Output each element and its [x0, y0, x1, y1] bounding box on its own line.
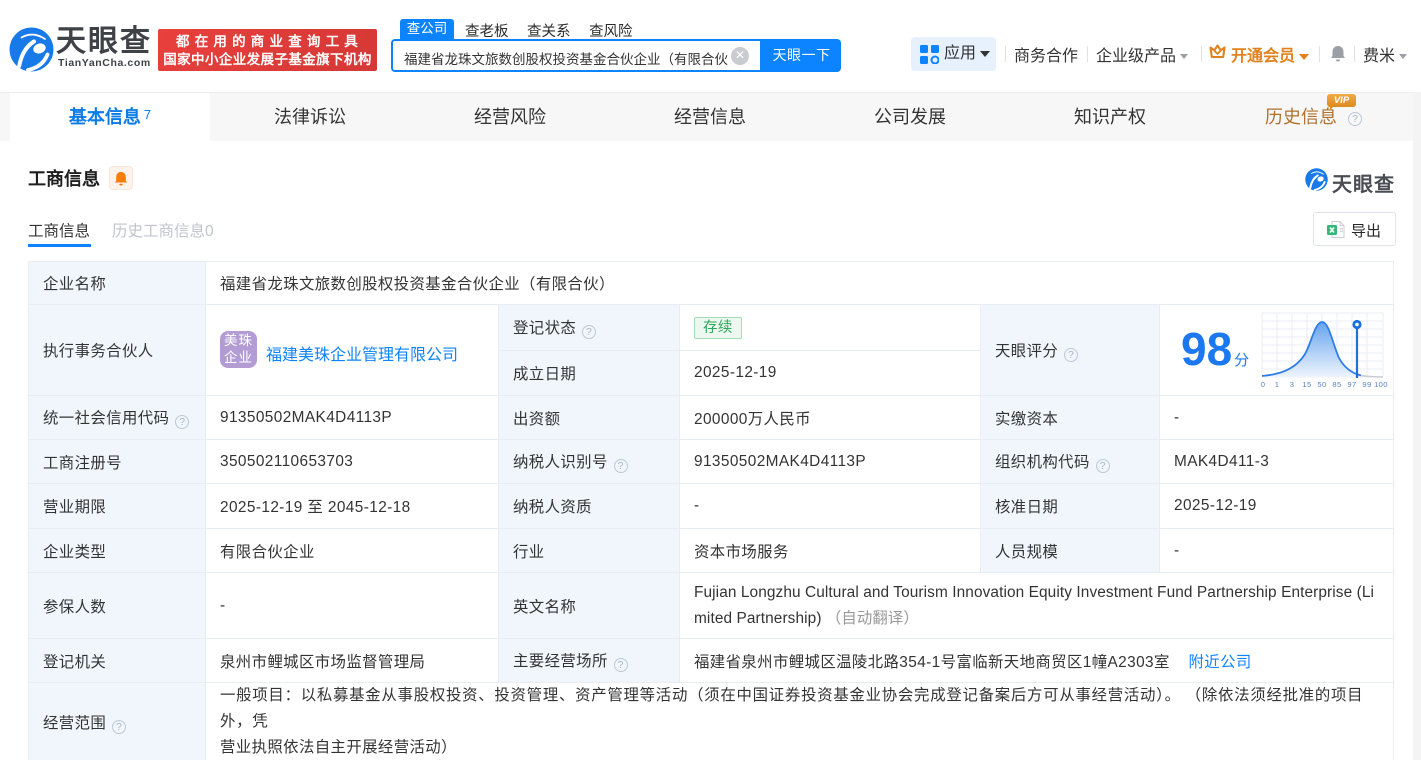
svg-text:85: 85: [1332, 380, 1341, 389]
svg-text:99: 99: [1362, 380, 1371, 389]
svg-text:100: 100: [1374, 380, 1388, 389]
svg-text:97: 97: [1347, 380, 1356, 389]
svg-text:3: 3: [1290, 380, 1295, 389]
svg-text:15: 15: [1302, 380, 1311, 389]
svg-text:1: 1: [1275, 380, 1280, 389]
svg-text:0: 0: [1261, 380, 1265, 389]
svg-text:50: 50: [1317, 380, 1326, 389]
